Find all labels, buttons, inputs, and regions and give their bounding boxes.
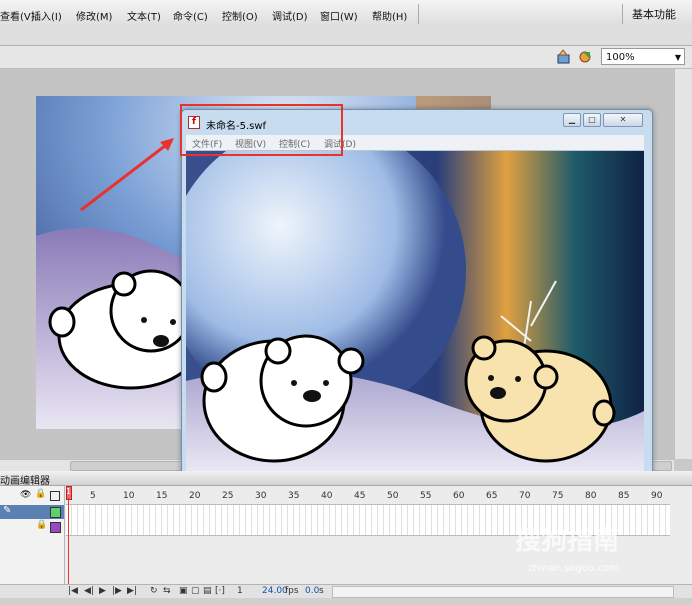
lock-icon[interactable]: 🔒 [35,489,46,499]
frame-number: 40 [321,491,333,501]
maximize-button[interactable]: □ [583,113,601,127]
zoom-value: 100% [606,52,635,63]
stage-toolbar [0,46,692,69]
menu-text[interactable]: 文本(T) [127,8,161,23]
elapsed-time[interactable]: 0.0 [305,586,319,596]
frame-number: 75 [552,491,564,501]
animation-editor-tab[interactable]: 动画编辑器 [0,472,50,487]
edit-symbols-icon[interactable] [578,49,594,65]
minimize-button[interactable]: ▁ [563,113,581,127]
edit-multiple-frames-icon[interactable]: ▤ [203,586,212,596]
loop-icon[interactable]: ↻ [150,586,158,596]
layer-row[interactable]: 🔒 [0,520,64,534]
frame-number: 45 [354,491,366,501]
frame-number: 80 [585,491,597,501]
watermark-logo: 搜狗指南 [515,526,620,556]
layer-color-swatch[interactable] [50,507,61,518]
center-frame-icon[interactable]: ⇆ [163,586,171,596]
frame-number: 10 [123,491,135,501]
playhead-line [68,498,69,598]
fps-value[interactable]: 24.00 [262,586,288,596]
frame-number: 15 [156,491,168,501]
layer-list [0,486,65,586]
menu-modify[interactable]: 修改(M) [76,8,112,23]
fps-unit: fps [285,586,299,596]
next-frame-icon[interactable]: |▶ [112,586,122,596]
frame-number: 55 [420,491,432,501]
menu-bar: 查看(V) 插入(I) 修改(M) 文本(T) 命令(C) 控制(O) 调试(D… [0,0,692,29]
menu-control[interactable]: 控制(O) [222,8,258,23]
frame-number: 50 [387,491,399,501]
timeline-hscrollbar[interactable] [332,586,674,598]
onion-skin-icon[interactable]: ▣ [179,586,188,596]
workspace-switcher[interactable]: 基本功能 [632,6,676,22]
frame-number: 60 [453,491,465,501]
play-icon[interactable]: ▶ [99,586,106,596]
frame-number: 65 [486,491,498,501]
menu-help[interactable]: 帮助(H) [372,8,407,23]
menu-view[interactable]: 查看(V) [0,8,35,23]
onion-markers-icon[interactable]: [·] [215,586,225,596]
frame-number: 5 [90,491,96,501]
menu-window[interactable]: 窗口(W) [320,8,358,23]
frame-number: 30 [255,491,267,501]
frame-number: 70 [519,491,531,501]
chevron-down-icon: ▼ [674,53,681,62]
menu-insert[interactable]: 插入(I) [31,8,62,23]
close-button[interactable]: ✕ [603,113,643,127]
eye-icon[interactable]: 👁 [20,490,31,500]
layer-row-selected[interactable]: ✎ [0,505,64,519]
frame-number: 35 [288,491,300,501]
frame-number: 90 [651,491,663,501]
menu-divider [622,4,623,24]
highlight-box [180,104,343,156]
menu-debug[interactable]: 调试(D) [272,8,308,23]
frame-number: 25 [222,491,234,501]
time-unit: s [319,586,324,596]
zoom-select[interactable]: 100% ▼ [601,48,685,65]
onion-outline-icon[interactable]: ▢ [191,586,200,596]
current-frame-display: 1 [237,586,243,596]
swf-artwork [186,151,644,484]
timeline-tabs [0,471,692,486]
current-frame-label: 1 [66,487,72,496]
menu-divider [418,4,419,24]
outline-icon[interactable] [50,491,60,501]
swf-content[interactable] [186,151,644,484]
layer-color-swatch[interactable] [50,522,61,533]
menu-commands[interactable]: 命令(C) [173,8,208,23]
first-frame-icon[interactable]: |◀ [68,586,78,596]
red-arrow-icon [80,138,174,212]
last-frame-icon[interactable]: ▶| [127,586,137,596]
pencil-icon: ✎ [3,505,12,516]
status-strip [0,598,692,605]
frame-number: 85 [618,491,630,501]
lock-icon[interactable]: 🔒 [36,520,47,530]
prev-frame-icon[interactable]: ◀| [84,586,94,596]
watermark-url: zhinan.sogou.com [528,563,620,574]
frame-number: 20 [189,491,201,501]
edit-bar [0,28,692,46]
vertical-scrollbar[interactable] [674,69,692,459]
edit-scene-icon[interactable] [556,49,572,65]
